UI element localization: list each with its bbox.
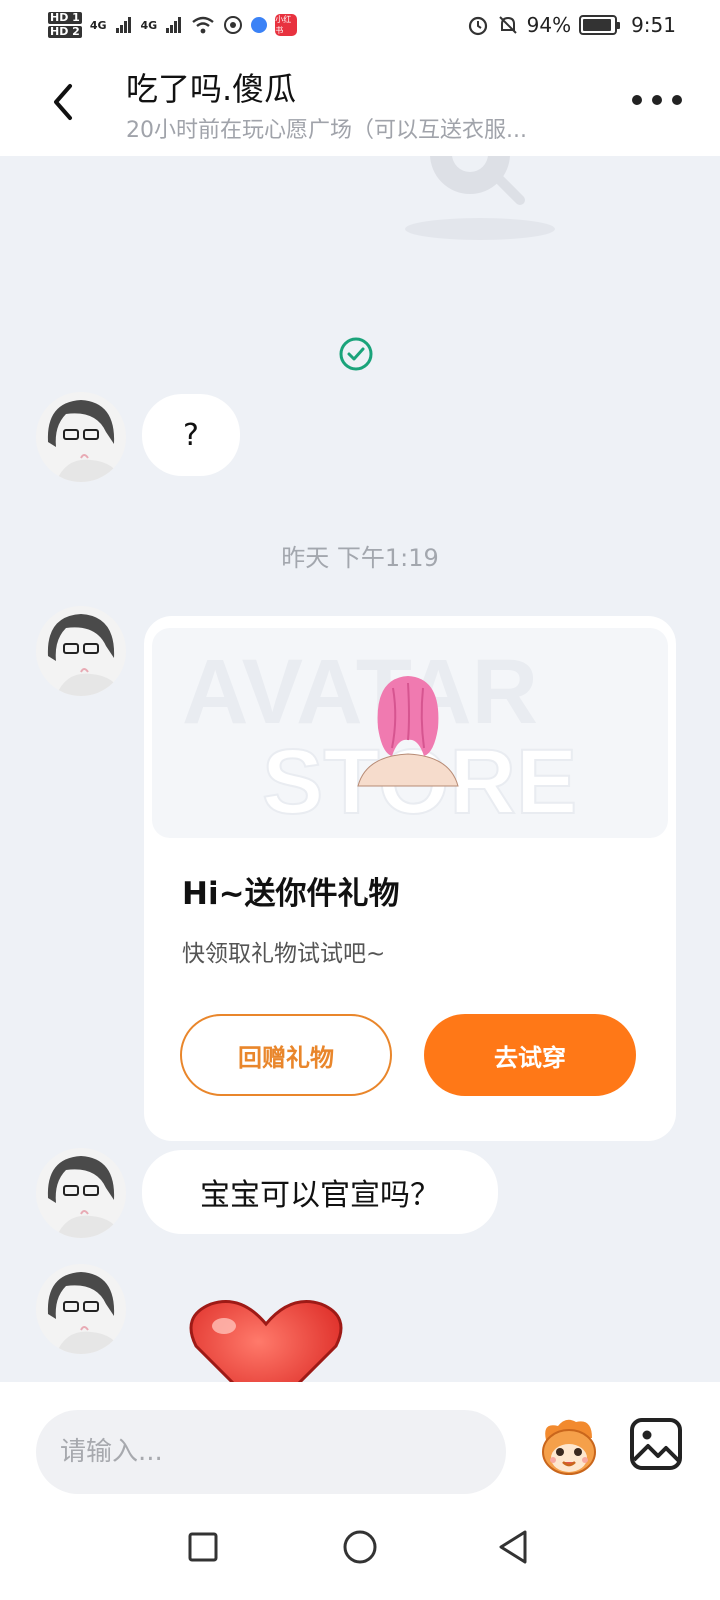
hotspot-icon	[224, 16, 243, 34]
chat-area[interactable]: ? 昨天 下午1:19 AVATAR STORE Hi~送你件礼物 快领取礼物试	[0, 156, 720, 1382]
battery-icon	[579, 15, 621, 35]
avatar-image	[36, 1264, 126, 1354]
avatar[interactable]	[36, 392, 126, 482]
mute-bell-icon	[498, 16, 517, 34]
gift-title: Hi~送你件礼物	[182, 876, 400, 912]
circle-icon	[343, 1530, 377, 1564]
status-bar: HD 1 HD 2 4G 4G 小红书 94% 9:51	[0, 0, 720, 50]
signal-bars-icon	[115, 17, 131, 33]
more-dots-icon	[632, 95, 642, 105]
search-illustration-icon	[430, 156, 525, 205]
clock: 9:51	[631, 13, 676, 37]
gift-subtitle: 快领取礼物试试吧~	[182, 941, 386, 967]
signal-bars-icon	[166, 17, 182, 33]
battery-percent: 94%	[526, 13, 572, 37]
heart-sticker[interactable]	[186, 1296, 346, 1382]
signal-2-label: 4G	[140, 18, 158, 32]
message-input[interactable]	[36, 1410, 506, 1494]
hd-indicator: HD 1 HD 2	[48, 11, 82, 39]
chevron-left-icon	[54, 84, 72, 120]
system-nav-bar	[0, 1494, 720, 1600]
alarm-icon	[468, 16, 487, 36]
emoji-mascot-icon[interactable]	[536, 1414, 602, 1480]
gift-card[interactable]: AVATAR STORE Hi~送你件礼物 快领取礼物试试吧~ 回赠礼物 去试穿	[144, 616, 676, 1141]
status-right: 94% 9:51	[467, 13, 676, 37]
avatar[interactable]	[36, 1264, 126, 1354]
message-bubble[interactable]: ?	[142, 394, 240, 476]
wifi-icon	[192, 16, 214, 34]
avatar[interactable]	[36, 606, 126, 696]
home-button[interactable]	[333, 1520, 387, 1574]
avatar-image	[36, 392, 126, 482]
signal-1-label: 4G	[89, 18, 107, 32]
input-bar	[0, 1382, 720, 1494]
avatar-image	[36, 1148, 126, 1238]
more-dot	[652, 95, 662, 105]
more-dot	[672, 95, 682, 105]
illustration-shadow	[405, 218, 555, 240]
app-dot-icon	[251, 17, 268, 33]
check-circle-icon	[339, 337, 373, 371]
chat-header: 吃了吗.傻瓜 20小时前在玩心愿广场（可以互送衣服...	[0, 50, 720, 156]
triangle-back-icon	[499, 1530, 527, 1564]
return-gift-button[interactable]: 回赠礼物	[180, 1014, 392, 1096]
app-badge: 小红书	[275, 14, 298, 36]
status-left: HD 1 HD 2 4G 4G 小红书	[48, 11, 298, 39]
hd-2-label: HD 2	[48, 25, 82, 38]
recent-apps-button[interactable]	[176, 1520, 230, 1574]
hd-1-label: HD 1	[48, 11, 82, 24]
pink-hair-figure-icon	[357, 676, 459, 787]
message-text: ?	[183, 417, 199, 453]
contact-name: 吃了吗.傻瓜	[126, 70, 297, 108]
nav-back-button[interactable]	[486, 1520, 540, 1574]
avatar[interactable]	[36, 1148, 126, 1238]
square-icon	[188, 1532, 218, 1562]
contact-status: 20小时前在玩心愿广场（可以互送衣服...	[126, 118, 527, 143]
more-button[interactable]	[632, 86, 682, 114]
message-text: 宝宝可以官宣吗？	[200, 1178, 440, 1213]
back-button[interactable]	[40, 78, 84, 126]
gift-banner: AVATAR STORE	[152, 628, 668, 838]
try-on-button[interactable]: 去试穿	[424, 1014, 636, 1096]
message-timestamp: 昨天 下午1:19	[281, 544, 439, 572]
avatar-image	[36, 606, 126, 696]
message-bubble[interactable]: 宝宝可以官宣吗？	[142, 1150, 498, 1234]
image-icon[interactable]	[628, 1416, 684, 1472]
